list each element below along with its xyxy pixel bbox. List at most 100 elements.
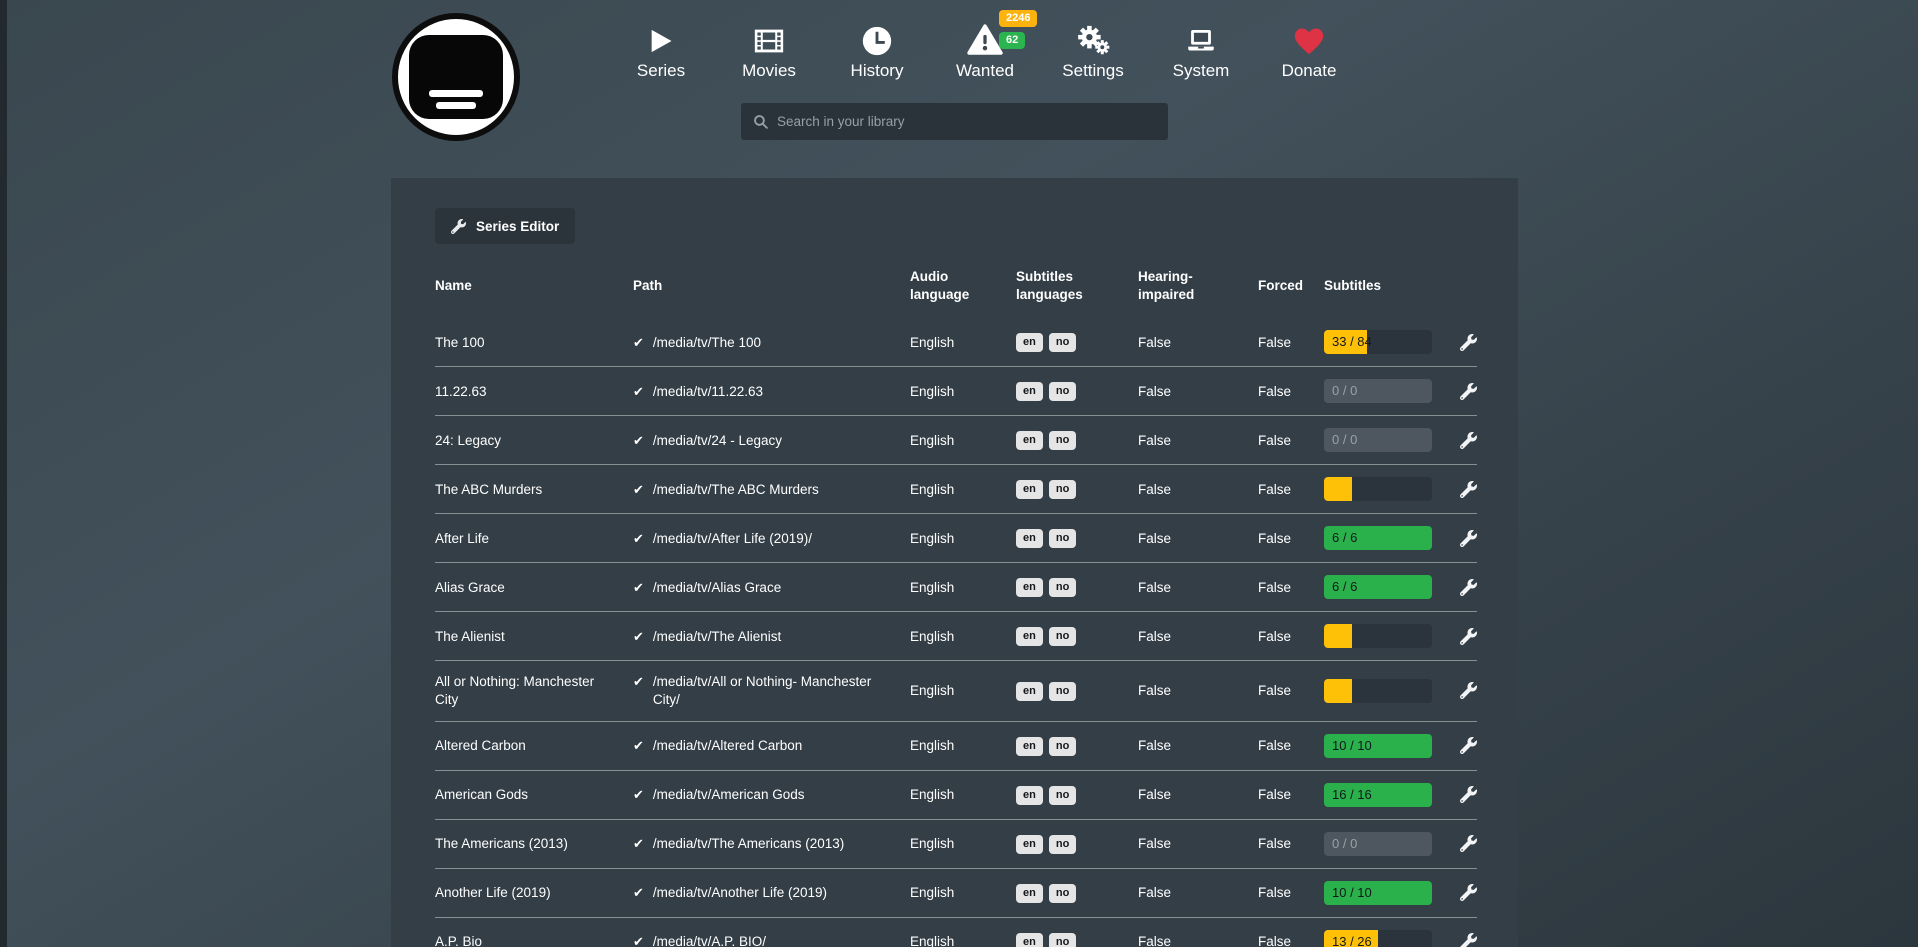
nav-wanted[interactable]: Wanted 2246 62	[944, 14, 1026, 81]
subtitles-progress-label: 10 / 10	[1332, 881, 1372, 905]
forced-value: False	[1258, 334, 1324, 352]
row-wrench-icon[interactable]	[1460, 786, 1477, 803]
nav-history[interactable]: History	[836, 14, 918, 81]
nav-donate-label: Donate	[1282, 61, 1337, 81]
search-input[interactable]	[777, 114, 1157, 129]
series-name[interactable]: All or Nothing: Manchester City	[435, 673, 633, 708]
series-name[interactable]: The 100	[435, 334, 633, 352]
series-editor-button[interactable]: Series Editor	[435, 208, 575, 244]
check-icon: ✔	[633, 628, 644, 646]
subtitles-progress-label: 0 / 0	[1332, 379, 1357, 403]
nav-settings-label: Settings	[1062, 61, 1123, 81]
nav-movies[interactable]: Movies	[728, 14, 810, 81]
series-path: /media/tv/11.22.63	[653, 383, 763, 401]
row-wrench-icon[interactable]	[1460, 682, 1477, 699]
subtitles-progress-bar: 6 / 6	[1324, 526, 1432, 550]
row-wrench-icon[interactable]	[1460, 933, 1477, 947]
series-name[interactable]: A.P. Bio	[435, 933, 633, 947]
subtitles-languages: enno	[1016, 736, 1138, 756]
subtitles-progress-label: 6 / 6	[1332, 526, 1357, 550]
subtitles-languages: enno	[1016, 626, 1138, 646]
language-badge: en	[1016, 786, 1043, 805]
forced-value: False	[1258, 432, 1324, 450]
row-wrench-icon[interactable]	[1460, 334, 1477, 351]
nav-series[interactable]: Series	[620, 14, 702, 81]
series-name[interactable]: Alias Grace	[435, 579, 633, 597]
series-name[interactable]: 11.22.63	[435, 383, 633, 401]
series-name[interactable]: The ABC Murders	[435, 481, 633, 499]
row-wrench-icon[interactable]	[1460, 432, 1477, 449]
language-badge: en	[1016, 737, 1043, 756]
language-badge: en	[1016, 933, 1043, 947]
subtitles-languages: enno	[1016, 577, 1138, 597]
audio-language: English	[910, 786, 1016, 804]
subtitles-progress-bar: 6 / 6	[1324, 575, 1432, 599]
nav-system[interactable]: System	[1160, 14, 1242, 81]
hearing-impaired-value: False	[1138, 579, 1258, 597]
table-header-row: Name Path Audio language Subtitles langu…	[435, 244, 1477, 318]
search-bar	[741, 103, 1168, 140]
table-row: The Alienist ✔ /media/tv/The Alienist En…	[435, 611, 1477, 660]
row-wrench-icon[interactable]	[1460, 579, 1477, 596]
hearing-impaired-value: False	[1138, 432, 1258, 450]
nav-donate[interactable]: Donate	[1268, 14, 1350, 81]
series-path-cell: ✔ /media/tv/The Alienist	[633, 628, 910, 646]
row-wrench-icon[interactable]	[1460, 530, 1477, 547]
search-icon	[752, 113, 769, 130]
subtitles-languages: enno	[1016, 528, 1138, 548]
hearing-impaired-value: False	[1138, 334, 1258, 352]
language-badge: no	[1049, 627, 1076, 646]
series-name[interactable]: After Life	[435, 530, 633, 548]
row-wrench-icon[interactable]	[1460, 835, 1477, 852]
series-path-cell: ✔ /media/tv/Another Life (2019)	[633, 884, 910, 902]
check-icon: ✔	[633, 481, 644, 499]
hearing-impaired-value: False	[1138, 628, 1258, 646]
series-path-cell: ✔ /media/tv/The 100	[633, 334, 910, 352]
row-wrench-icon[interactable]	[1460, 628, 1477, 645]
forced-value: False	[1258, 481, 1324, 499]
row-wrench-icon[interactable]	[1460, 884, 1477, 901]
row-wrench-icon[interactable]	[1460, 737, 1477, 754]
subtitles-languages: enno	[1016, 332, 1138, 352]
check-icon: ✔	[633, 884, 644, 902]
header-subtitles: Subtitles	[1324, 277, 1440, 295]
language-badge: en	[1016, 682, 1043, 701]
table-row: Another Life (2019) ✔ /media/tv/Another …	[435, 868, 1477, 917]
check-icon: ✔	[633, 334, 644, 352]
nav-settings[interactable]: Settings	[1052, 14, 1134, 81]
forced-value: False	[1258, 628, 1324, 646]
audio-language: English	[910, 579, 1016, 597]
forced-value: False	[1258, 530, 1324, 548]
series-path: /media/tv/A.P. BIO/	[653, 933, 766, 947]
series-name[interactable]: Altered Carbon	[435, 737, 633, 755]
series-path: /media/tv/The Alienist	[653, 628, 781, 646]
series-name[interactable]: American Gods	[435, 786, 633, 804]
series-path-cell: ✔ /media/tv/11.22.63	[633, 383, 910, 401]
subtitles-languages: enno	[1016, 381, 1138, 401]
series-name[interactable]: Another Life (2019)	[435, 884, 633, 902]
language-badge: no	[1049, 480, 1076, 499]
series-path: /media/tv/Alias Grace	[653, 579, 781, 597]
bazarr-logo[interactable]	[392, 13, 520, 141]
series-path-cell: ✔ /media/tv/The ABC Murders	[633, 481, 910, 499]
series-name[interactable]: The Americans (2013)	[435, 835, 633, 853]
subtitles-progress-bar	[1324, 477, 1432, 501]
series-path: /media/tv/The ABC Murders	[653, 481, 819, 499]
nav-history-label: History	[851, 61, 904, 81]
row-wrench-icon[interactable]	[1460, 481, 1477, 498]
subtitles-languages: enno	[1016, 430, 1138, 450]
forced-value: False	[1258, 682, 1324, 700]
header-audio-language: Audio language	[910, 268, 1016, 304]
audio-language: English	[910, 682, 1016, 700]
header-forced: Forced	[1258, 277, 1324, 295]
forced-value: False	[1258, 884, 1324, 902]
series-path: /media/tv/All or Nothing- Manchester Cit…	[653, 673, 896, 708]
play-icon	[647, 14, 675, 58]
row-wrench-icon[interactable]	[1460, 383, 1477, 400]
subtitles-progress-fill	[1324, 624, 1352, 648]
series-name[interactable]: 24: Legacy	[435, 432, 633, 450]
audio-language: English	[910, 334, 1016, 352]
series-name[interactable]: The Alienist	[435, 628, 633, 646]
series-path: /media/tv/Another Life (2019)	[653, 884, 827, 902]
language-badge: en	[1016, 529, 1043, 548]
